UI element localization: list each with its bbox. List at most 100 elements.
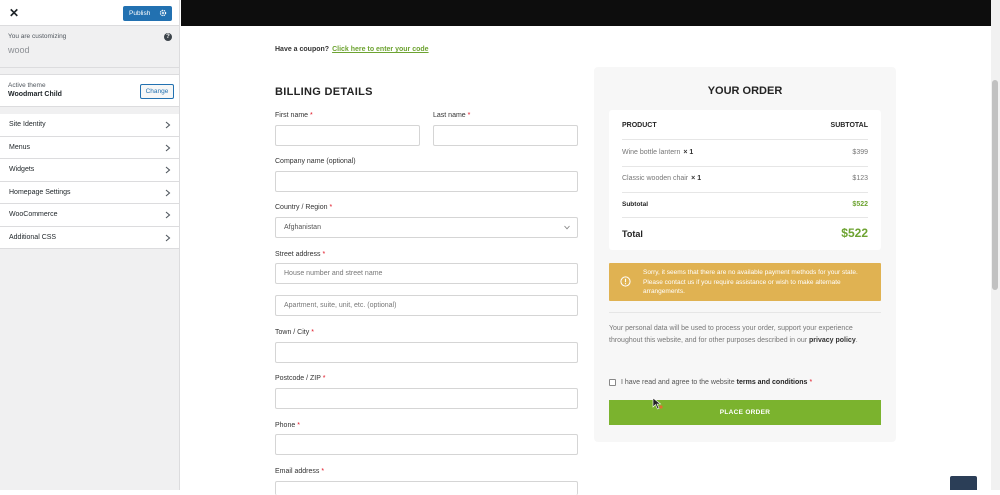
subtotal-column-header: SUBTOTAL — [830, 122, 868, 129]
divider — [609, 312, 881, 313]
total-row: Total $522 — [622, 226, 868, 245]
menu-item-additional-css[interactable]: Additional CSS — [0, 226, 179, 249]
order-item-price: $399 — [852, 149, 868, 156]
order-item-name-text: Classic wooden chair — [622, 175, 689, 182]
last-name-label: Last name * — [433, 112, 470, 119]
customizer-header: ✕ Publish — [0, 0, 179, 26]
company-field[interactable] — [275, 171, 578, 192]
company-label: Company name (optional) — [275, 158, 356, 165]
order-item-name: Wine bottle lantern × 1 — [622, 149, 693, 156]
menu-item-widgets[interactable]: Widgets — [0, 159, 179, 182]
first-name-field[interactable] — [275, 125, 420, 146]
email-field[interactable] — [275, 481, 578, 495]
customizing-info: You are customizing wood ? — [0, 26, 179, 68]
subtotal-row: Subtotal $522 — [622, 201, 868, 218]
help-icon[interactable]: ? — [164, 33, 172, 41]
billing-title: BILLING DETAILS — [275, 86, 373, 98]
menu-item-label: Homepage Settings — [9, 188, 71, 196]
privacy-end: . — [855, 336, 858, 344]
site-header-bar — [181, 0, 991, 26]
last-name-label-text: Last name — [433, 112, 466, 119]
terms-text: I have read and agree to the website — [621, 379, 735, 386]
order-item-qty: × 1 — [691, 175, 702, 182]
scrollbar-thumb[interactable] — [992, 80, 998, 290]
active-theme-label: Active theme — [8, 82, 46, 89]
street-label: Street address * — [275, 251, 325, 258]
menu-item-label: Widgets — [9, 166, 35, 173]
menu-item-label: Additional CSS — [9, 233, 57, 241]
required-mark: * — [297, 422, 300, 429]
chevron-down-icon — [564, 225, 570, 230]
order-item-qty: × 1 — [683, 149, 694, 156]
place-order-button[interactable]: PLACE ORDER — [609, 400, 881, 425]
email-label: Email address * — [275, 468, 324, 475]
customizing-caption: You are customizing — [8, 33, 67, 40]
order-item-row: Wine bottle lantern × 1 $399 — [622, 149, 868, 167]
last-name-field[interactable] — [433, 125, 578, 146]
postcode-label-text: Postcode / ZIP — [275, 375, 321, 382]
city-label: Town / City * — [275, 329, 314, 336]
menu-item-woocommerce[interactable]: WooCommerce — [0, 204, 179, 227]
city-field[interactable] — [275, 342, 578, 363]
chevron-right-icon — [165, 234, 171, 241]
menu-item-label: Site Identity — [9, 121, 46, 128]
change-theme-button[interactable]: Change — [140, 84, 174, 99]
order-table-header: PRODUCT SUBTOTAL — [622, 122, 868, 140]
menu-item-site-identity[interactable]: Site Identity — [0, 114, 179, 137]
publish-button[interactable]: Publish — [123, 6, 172, 21]
phone-label-text: Phone — [275, 422, 296, 429]
preview-scrollbar[interactable] — [991, 0, 1000, 490]
terms-row: I have read and agree to the website ter… — [609, 379, 812, 386]
privacy-policy-link[interactable]: privacy policy — [809, 337, 856, 344]
menu-item-label: Menus — [9, 143, 31, 151]
city-label-text: Town / City — [275, 329, 310, 336]
phone-label: Phone * — [275, 422, 300, 429]
total-value: $522 — [841, 226, 868, 240]
required-mark: * — [311, 329, 314, 336]
street-label-text: Street address — [275, 251, 321, 258]
menu-item-homepage-settings[interactable]: Homepage Settings — [0, 181, 179, 204]
order-table: PRODUCT SUBTOTAL Wine bottle lantern × 1 … — [609, 110, 881, 250]
required-mark: * — [322, 251, 326, 258]
required-mark: * — [329, 204, 333, 211]
first-name-label-text: First name — [275, 112, 309, 119]
site-preview: Have a coupon? Click here to enter your c… — [181, 0, 1000, 495]
terms-checkbox[interactable] — [609, 379, 616, 386]
chat-widget[interactable] — [950, 476, 977, 490]
payment-notice: Sorry, it seems that there are no availa… — [609, 263, 881, 301]
chevron-right-icon — [165, 166, 171, 174]
coupon-link[interactable]: Click here to enter your code — [332, 46, 428, 53]
close-icon[interactable]: ✕ — [9, 6, 19, 20]
chevron-right-icon — [165, 121, 171, 129]
coupon-prompt: Have a coupon? — [275, 46, 330, 53]
street-address-field[interactable]: House number and street name — [275, 263, 578, 284]
country-selected-value: Afghanistan — [284, 224, 321, 231]
payment-notice-text: Sorry, it seems that there are no availa… — [643, 269, 858, 295]
required-mark: * — [809, 379, 813, 386]
street-address-2-field[interactable]: Apartment, suite, unit, etc. (optional) — [275, 295, 578, 316]
postcode-field[interactable] — [275, 388, 578, 409]
mouse-cursor-icon — [652, 397, 663, 410]
order-item-row: Classic wooden chair × 1 $123 — [622, 175, 868, 193]
chevron-right-icon — [165, 211, 171, 219]
email-label-text: Email address — [275, 468, 320, 475]
site-name: wood — [8, 45, 30, 55]
menu-item-menus[interactable]: Menus — [0, 136, 179, 159]
phone-field[interactable] — [275, 434, 578, 455]
order-review: YOUR ORDER PRODUCT SUBTOTAL Wine bottle … — [594, 67, 896, 442]
required-mark: * — [322, 375, 326, 382]
privacy-notice: Your personal data will be used to proce… — [609, 323, 881, 346]
alert-circle-icon — [620, 276, 631, 287]
customizer-sidebar: ✕ Publish You are customizing wood ? Act… — [0, 0, 180, 490]
terms-link[interactable]: terms and conditions — [737, 379, 808, 386]
country-select[interactable]: Afghanistan — [275, 217, 578, 238]
order-item-name-text: Wine bottle lantern — [622, 149, 681, 156]
required-mark: * — [321, 468, 325, 475]
customizer-menu: Site Identity Menus Widgets Homepage Set… — [0, 114, 179, 249]
coupon-notice: Have a coupon? Click here to enter your c… — [275, 46, 429, 53]
required-mark: * — [310, 112, 313, 119]
product-column-header: PRODUCT — [622, 122, 657, 129]
theme-name: Woodmart Child — [8, 91, 62, 98]
gear-icon[interactable] — [159, 9, 167, 17]
required-mark: * — [467, 112, 471, 119]
